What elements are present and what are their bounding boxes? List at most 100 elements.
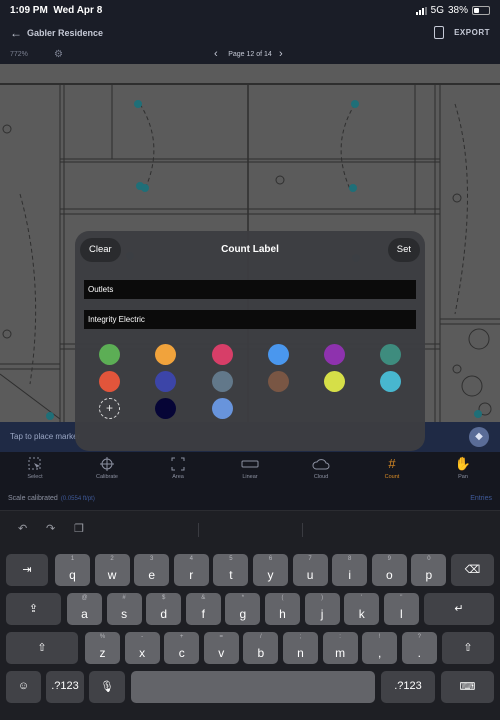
entries-link[interactable]: Entries <box>470 495 492 502</box>
key-p[interactable]: 0p <box>411 554 447 586</box>
tool-count[interactable]: # Count <box>372 456 412 480</box>
keyboard-hide-icon[interactable]: ⌨ <box>441 671 494 703</box>
status-bar: 1:09 PM Wed Apr 8 5G 38% <box>0 0 500 20</box>
key-k[interactable]: ' k <box>344 593 380 625</box>
key-i[interactable]: 8i <box>332 554 368 586</box>
key-g[interactable]: * g <box>225 593 261 625</box>
tab-icon[interactable]: ⇥ <box>6 554 48 586</box>
color-swatch[interactable] <box>212 398 233 419</box>
space-bar[interactable] <box>131 671 375 703</box>
network-label: 5G <box>430 5 444 16</box>
tool-select[interactable]: Select <box>15 456 55 480</box>
color-swatch[interactable] <box>212 344 233 365</box>
key-j[interactable]: ) j <box>304 593 340 625</box>
key-e[interactable]: 3e <box>134 554 170 586</box>
color-swatch[interactable] <box>380 371 401 392</box>
tool-linear[interactable]: Linear <box>230 456 270 480</box>
redo-icon[interactable]: ↷ <box>46 522 55 535</box>
scale-status: Scale calibrated (0.0554 ft/pt) <box>8 495 95 502</box>
page-bar: 772% ⚙ ‹ Page 12 of 14 › <box>0 46 500 64</box>
key-l[interactable]: " l <box>383 593 419 625</box>
tool-bar: Select Calibrate Area Linear Cloud # Cou… <box>0 452 500 488</box>
next-page-button[interactable]: › <box>279 48 283 60</box>
tool-calibrate[interactable]: Calibrate <box>87 456 127 480</box>
hash-icon: # <box>388 456 396 471</box>
tool-area[interactable]: Area <box>158 456 198 480</box>
key-v[interactable]: = v <box>203 632 239 664</box>
color-swatch[interactable] <box>380 344 401 365</box>
key-b[interactable]: / b <box>243 632 279 664</box>
status-right: 5G 38% <box>415 5 490 16</box>
keyboard-toolbar: ↶ ↷ ❐ <box>0 511 500 547</box>
clipboard-icon[interactable] <box>434 26 444 39</box>
tag-icon[interactable]: ◆ <box>469 427 489 447</box>
battery-percent: 38% <box>447 5 468 16</box>
key-,[interactable]: !, <box>362 632 398 664</box>
paste-icon[interactable]: ❐ <box>74 522 84 535</box>
key-q[interactable]: 1q <box>55 554 90 586</box>
key-f[interactable]: & f <box>185 593 221 625</box>
select-icon <box>15 456 55 472</box>
color-swatch[interactable] <box>99 371 120 392</box>
set-button[interactable]: Set <box>387 238 420 262</box>
crosshair-icon <box>87 456 127 472</box>
key-a[interactable]: @ a <box>67 593 102 625</box>
color-swatch[interactable] <box>324 371 345 392</box>
mic-icon[interactable]: 🎙 <box>89 671 125 703</box>
key-x[interactable]: -x <box>124 632 160 664</box>
undo-icon[interactable]: ↶ <box>18 522 27 535</box>
label-input[interactable] <box>84 280 416 299</box>
signal-icon <box>415 6 427 15</box>
key-t[interactable]: 5t <box>213 554 249 586</box>
hand-icon: ✋ <box>454 456 472 471</box>
key-s[interactable]: # s <box>106 593 142 625</box>
nav-bar: ← Gabler Residence EXPORT <box>0 20 500 46</box>
shift-icon[interactable]: ⇧ <box>6 632 78 664</box>
key-c[interactable]: + c <box>164 632 200 664</box>
key-r[interactable]: 4r <box>173 554 209 586</box>
return-icon[interactable]: ↵ <box>424 593 494 625</box>
area-icon <box>158 456 198 472</box>
hint-text: Tap to place marker <box>10 432 81 441</box>
battery-icon <box>472 6 490 15</box>
key-w[interactable]: 2w <box>94 554 130 586</box>
color-swatch[interactable] <box>268 371 289 392</box>
company-input[interactable] <box>84 310 416 329</box>
emoji-icon[interactable]: ☺ <box>6 671 41 703</box>
shift-icon[interactable]: ⇧ <box>442 632 494 664</box>
scale-value: (0.0554 ft/pt) <box>60 496 95 502</box>
key-z[interactable]: % z <box>85 632 120 664</box>
numbers-key[interactable]: .?123 <box>381 671 435 703</box>
key-o[interactable]: 9o <box>371 554 407 586</box>
color-swatch[interactable] <box>268 344 289 365</box>
plus-icon[interactable]: + <box>99 398 120 419</box>
export-button[interactable]: EXPORT <box>454 28 490 37</box>
tool-cloud[interactable]: Cloud <box>301 456 341 480</box>
numbers-key[interactable]: .?123 <box>46 671 84 703</box>
color-swatch[interactable] <box>324 344 345 365</box>
key-y[interactable]: 6y <box>253 554 288 586</box>
scale-bar: Scale calibrated (0.0554 ft/pt) Entries <box>0 488 500 510</box>
color-swatch[interactable] <box>99 344 120 365</box>
color-swatch[interactable] <box>212 371 233 392</box>
key-h[interactable]: (h <box>265 593 300 625</box>
arrow-left-icon[interactable]: ← <box>10 26 22 40</box>
color-swatch[interactable] <box>155 344 176 365</box>
linear-icon <box>230 456 270 472</box>
dialog-title: Count Label <box>221 244 279 255</box>
color-swatch[interactable] <box>155 371 176 392</box>
tool-pan[interactable]: ✋ Pan <box>443 456 483 480</box>
key-m[interactable]: :m <box>322 632 358 664</box>
count-label-dialog: Clear Count Label Set + <box>75 231 425 451</box>
color-swatch[interactable] <box>155 398 176 419</box>
status-time: 1:09 PM Wed Apr 8 <box>10 5 103 16</box>
page-indicator: Page 12 of 14 <box>228 51 272 58</box>
key-u[interactable]: 7u <box>292 554 328 586</box>
project-title: Gabler Residence <box>27 28 104 38</box>
delete-icon[interactable]: ⌫ <box>451 554 494 586</box>
shift-icon[interactable]: ⇪ <box>6 593 61 625</box>
key-d[interactable]: $ d <box>146 593 182 625</box>
key-n[interactable]: ; n <box>283 632 318 664</box>
key-.[interactable]: ?. <box>401 632 437 664</box>
on-screen-keyboard: ↶ ↷ ❐ ⇥ 1 q 2 w 3 e 4 r 5 t 6 y 7 u 8 i 9 o 0 p ⌫ ⇪ @ a # s $ d & f * g(… <box>0 510 500 720</box>
